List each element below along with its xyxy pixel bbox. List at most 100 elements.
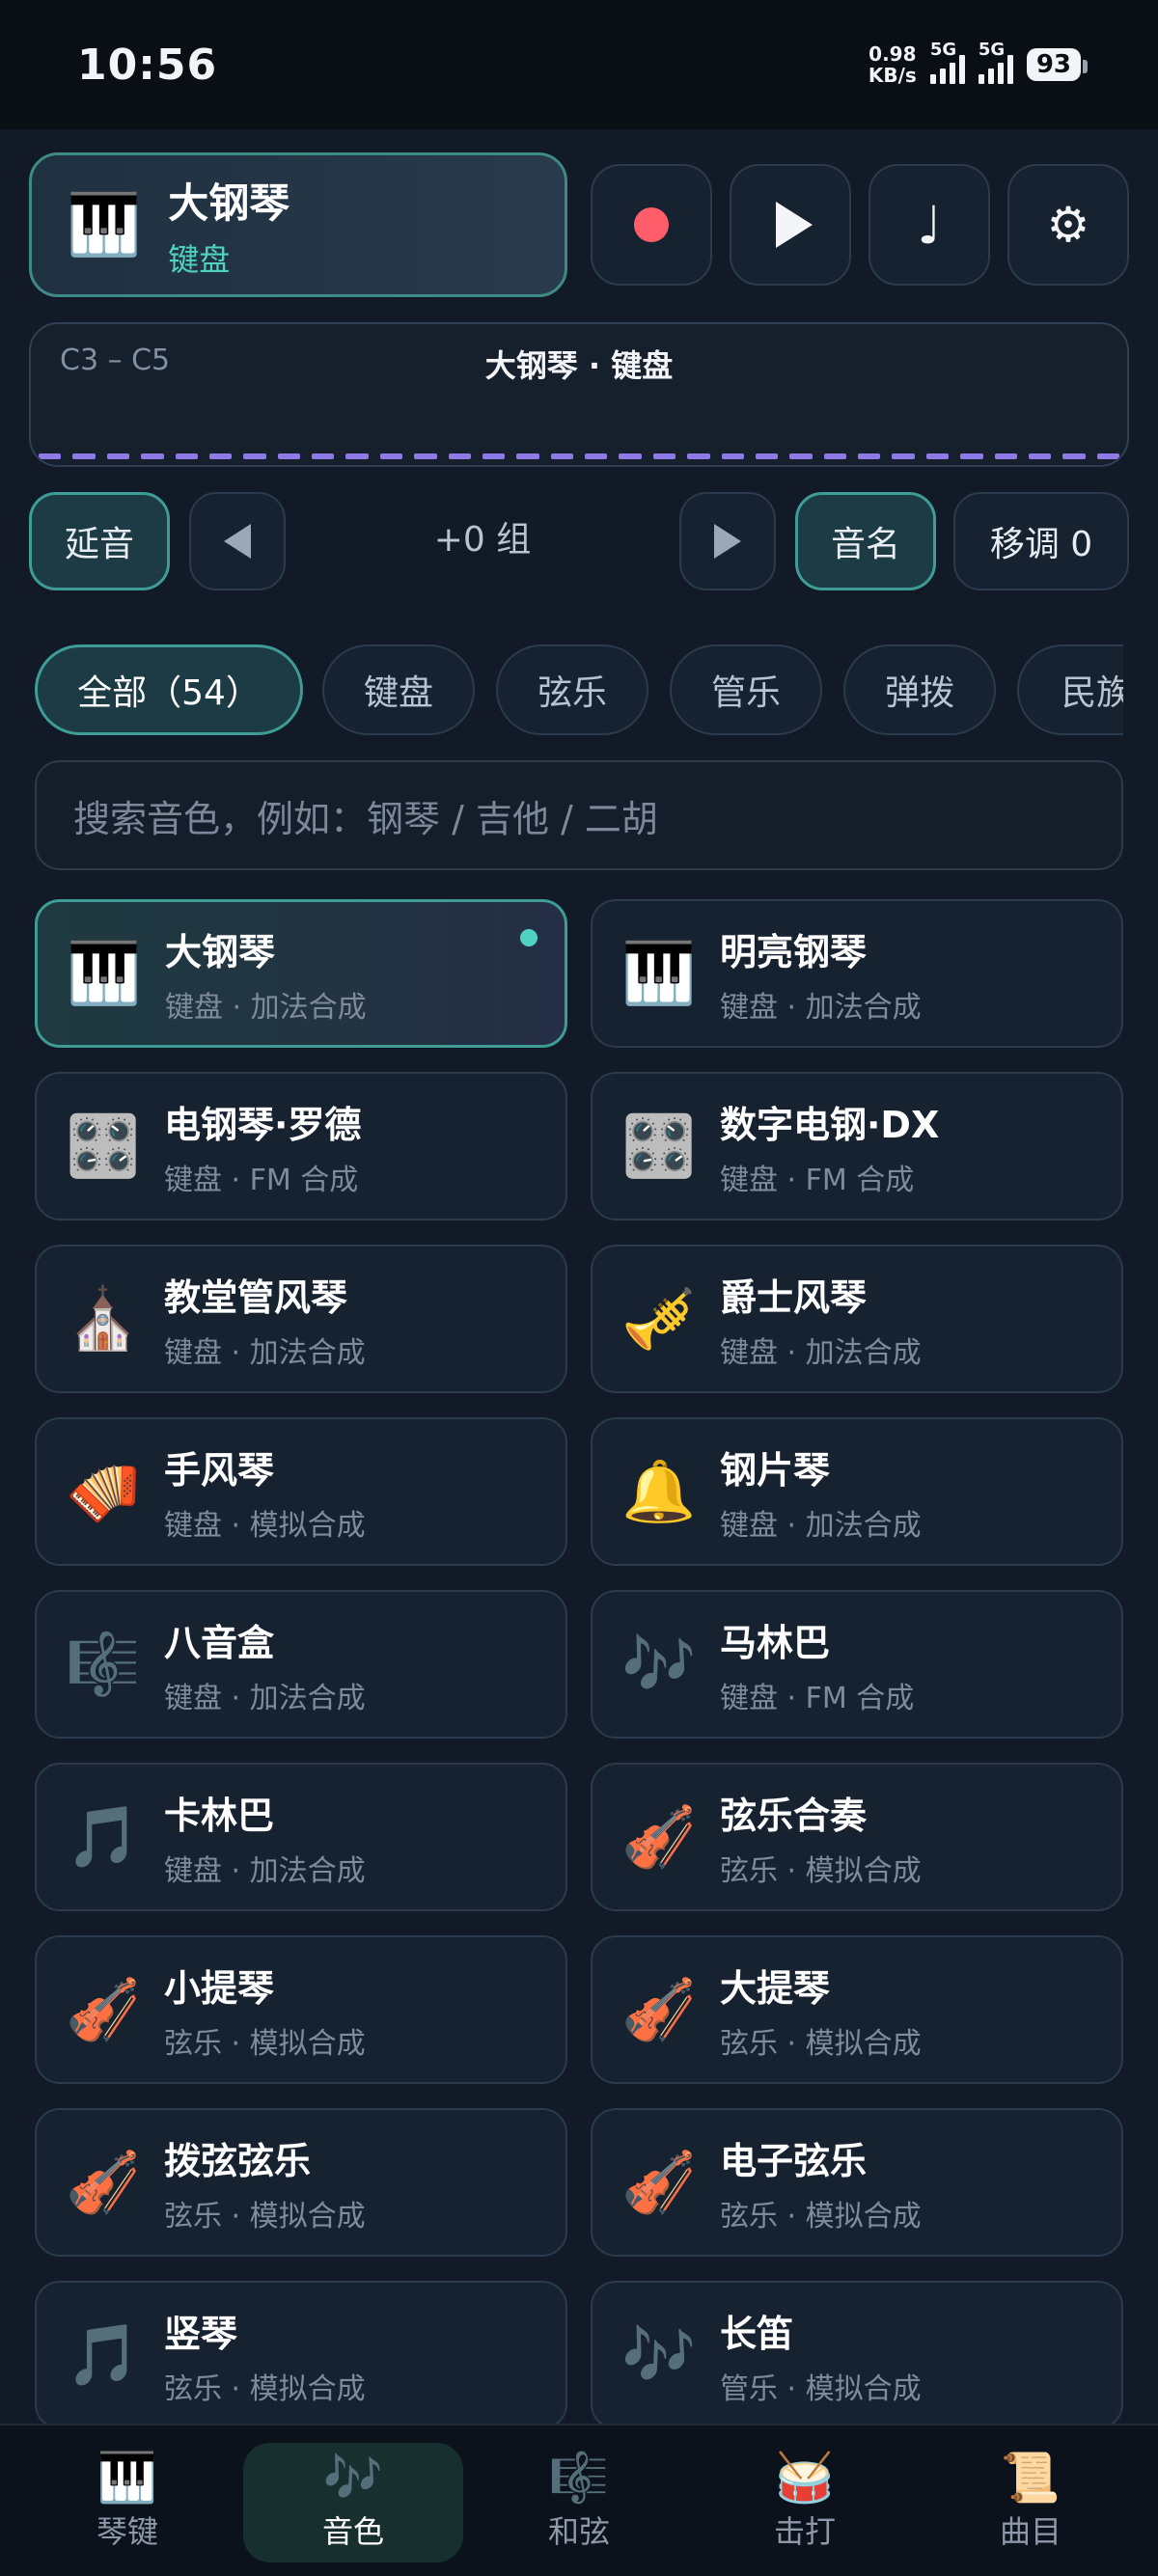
play-button[interactable] [730,164,851,286]
instrument-name: 小提琴 [164,1966,275,2010]
instrument-desc: 键盘 · 加法合成 [720,1335,922,1370]
instrument-name: 教堂管风琴 [164,1275,348,1319]
transpose-button[interactable]: 移调 0 [953,492,1129,590]
note-names-toggle[interactable]: 音名 [795,492,936,590]
control-knobs-icon: 🎛️ [66,1110,141,1181]
instrument-name: 钢片琴 [720,1448,831,1492]
search-input[interactable]: 搜索音色，例如：钢琴 / 吉他 / 二胡 [35,760,1123,870]
octave-up-button[interactable] [679,492,776,590]
instrument-name: 爵士风琴 [720,1275,868,1319]
accordion-icon: 🪗 [66,1456,141,1526]
instrument-card[interactable]: 🎹 大钢琴 键盘 · 加法合成 [35,899,567,1048]
music-notes-icon: 🎶 [621,2319,697,2390]
instrument-card[interactable]: 🎛️ 数字电钢·DX 键盘 · FM 合成 [591,1072,1123,1220]
instrument-name: 八音盒 [164,1621,275,1664]
scroll-icon: 📜 [1000,2450,1062,2506]
nav-tab-chords[interactable]: 🎼 和弦 [469,2443,689,2562]
instrument-card[interactable]: 🎻 拨弦弦乐 弦乐 · 模拟合成 [35,2108,567,2257]
instrument-card[interactable]: 🎵 卡林巴 键盘 · 加法合成 [35,1763,567,1911]
music-note-icon: 🎵 [66,1801,141,1872]
bottom-nav: 🎹 琴键 🎶 音色 🎼 和弦 🥁 击打 📜 曲目 [0,2424,1158,2576]
instrument-name: 拨弦弦乐 [164,2139,312,2182]
nav-label: 曲目 [999,2513,1062,2550]
instrument-card[interactable]: 🎶 马林巴 键盘 · FM 合成 [591,1590,1123,1739]
nav-tab-songs[interactable]: 📜 曲目 [921,2443,1141,2562]
instrument-desc: 弦乐 · 模拟合成 [720,1853,922,1888]
current-instrument-category: 键盘 [168,240,231,278]
instrument-desc: 键盘 · 加法合成 [720,1508,922,1543]
violin-icon: 🎻 [621,2147,697,2217]
instrument-name: 电钢琴·罗德 [164,1103,362,1146]
nav-label: 琴键 [96,2513,158,2550]
instrument-desc: 弦乐 · 模拟合成 [720,2199,922,2233]
category-chip-plucked[interactable]: 弹拨 [843,644,996,735]
instrument-desc: 弦乐 · 模拟合成 [720,2026,922,2061]
instrument-card[interactable]: 🎼 八音盒 键盘 · 加法合成 [35,1590,567,1739]
instrument-name: 大钢琴 [165,930,276,973]
piano-icon: 🎹 [96,2450,158,2506]
category-chip-strings[interactable]: 弦乐 [496,644,648,735]
category-chip-keyboard[interactable]: 键盘 [322,644,475,735]
category-filter-row[interactable]: 全部（54） 键盘 弦乐 管乐 弹拨 民族 [35,644,1123,735]
instrument-desc: 弦乐 · 模拟合成 [164,2199,366,2233]
network-speed: 0.98 KB/s [868,43,917,86]
category-chip-folk[interactable]: 民族 [1017,644,1123,735]
record-button[interactable] [591,164,712,286]
instrument-card[interactable]: 🎹 明亮钢琴 键盘 · 加法合成 [591,899,1123,1048]
chevron-right-icon [714,524,741,559]
nav-tab-drums[interactable]: 🥁 击打 [695,2443,915,2562]
instrument-card[interactable]: 🎛️ 电钢琴·罗德键盘 · FM 合成 [35,1072,567,1220]
battery-icon: 93 [1026,48,1089,81]
nav-tab-sounds[interactable]: 🎶 音色 [243,2443,463,2562]
instrument-name: 数字电钢·DX [720,1103,940,1146]
instrument-card[interactable]: 🎵 竖琴 弦乐 · 模拟合成 [35,2281,567,2429]
instrument-desc: 键盘 · FM 合成 [720,1681,915,1715]
play-icon [776,202,813,248]
instrument-card[interactable]: 🎺 爵士风琴键盘 · 加法合成 [591,1245,1123,1393]
category-chip-all[interactable]: 全部（54） [35,644,303,735]
instrument-desc: 键盘 · 加法合成 [164,1681,366,1715]
control-knobs-icon: 🎛️ [621,1110,697,1181]
instrument-card[interactable]: 🎻 小提琴 弦乐 · 模拟合成 [35,1935,567,2084]
keyboard-range-preview[interactable]: C3 – C5 大钢琴 · 键盘 [29,322,1129,467]
octave-down-button[interactable] [189,492,286,590]
mini-keyboard [39,453,1119,459]
trumpet-icon: 🎺 [621,1283,697,1354]
instrument-name: 电子弦乐 [720,2139,868,2182]
instrument-card[interactable]: 🎻 电子弦乐弦乐 · 模拟合成 [591,2108,1123,2257]
signal-icon: 5G [929,40,965,84]
music-note-icon: ♩ [917,194,942,256]
instrument-desc: 键盘 · 加法合成 [164,1335,366,1370]
instrument-card[interactable]: 🔔 钢片琴键盘 · 加法合成 [591,1417,1123,1566]
instrument-card[interactable]: 🪗 手风琴 键盘 · 模拟合成 [35,1417,567,1566]
current-instrument-card[interactable]: 🎹 大钢琴 键盘 [29,152,567,297]
instrument-desc: 管乐 · 模拟合成 [720,2371,922,2406]
chevron-left-icon [224,524,251,559]
record-icon [634,207,669,242]
range-title: 大钢琴 · 键盘 [484,347,674,384]
gear-icon: ⚙ [1046,197,1090,253]
musical-score-icon: 🎼 [548,2450,610,2506]
instrument-card[interactable]: 🎻 大提琴 弦乐 · 模拟合成 [591,1935,1123,2084]
nav-tab-keys[interactable]: 🎹 琴键 [17,2443,237,2562]
violin-icon: 🎻 [621,1801,697,1872]
instrument-desc: 键盘 · 加法合成 [720,990,922,1025]
sim2-label: 5G [978,40,1006,60]
status-icons: 0.98 KB/s 5G 5G 93 [868,40,1089,86]
instrument-desc: 键盘 · FM 合成 [164,1163,359,1197]
instrument-card[interactable]: 🎻 弦乐合奏 弦乐 · 模拟合成 [591,1763,1123,1911]
instrument-name: 手风琴 [164,1448,275,1492]
instrument-card[interactable]: ⛪ 教堂管风琴键盘 · 加法合成 [35,1245,567,1393]
metronome-button[interactable]: ♩ [868,164,990,286]
category-chip-wind[interactable]: 管乐 [670,644,822,735]
sim1-label: 5G [929,40,957,60]
sustain-toggle[interactable]: 延音 [29,492,170,590]
instrument-card[interactable]: 🎶 长笛 管乐 · 模拟合成 [591,2281,1123,2429]
settings-button[interactable]: ⚙ [1007,164,1129,286]
music-notes-icon: 🎶 [322,2450,384,2506]
piano-icon: 🎹 [67,189,142,260]
drum-icon: 🥁 [774,2450,836,2506]
bell-icon: 🔔 [621,1456,697,1526]
church-icon: ⛪ [66,1283,141,1354]
instrument-name: 竖琴 [164,2312,238,2355]
